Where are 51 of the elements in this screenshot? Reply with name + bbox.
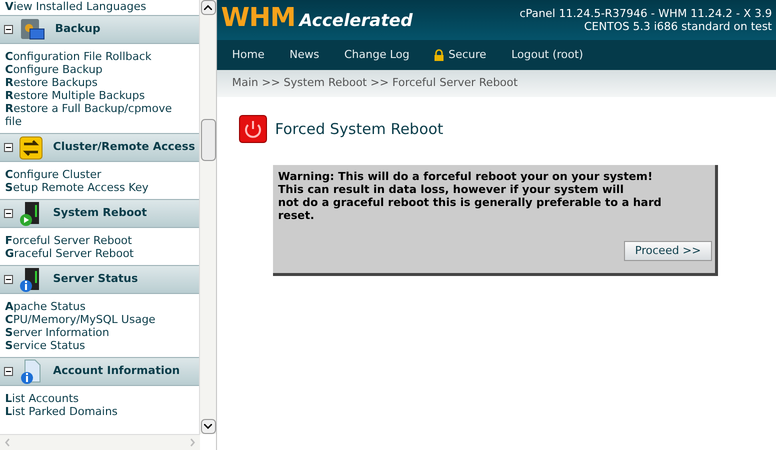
version-text: cPanel 11.24.5-R37946 - WHM 11.24.2 - X 3.9 — [520, 7, 772, 20]
section-header[interactable]: Account Information — [0, 357, 200, 386]
section-title: Cluster/Remote Access — [53, 139, 195, 156]
collapse-icon[interactable] — [4, 367, 13, 376]
collapse-icon[interactable] — [4, 275, 13, 284]
sidebar-link[interactable]: Graceful Server Reboot — [5, 247, 180, 260]
logo-subtext: Accelerated — [299, 10, 413, 34]
section-header[interactable]: Cluster/Remote Access — [0, 133, 200, 162]
sidebar-link[interactable]: Configure Backup — [5, 63, 180, 76]
power-icon — [239, 115, 267, 143]
nav-link[interactable]: Home — [232, 46, 264, 64]
page-title: Forced System Reboot — [275, 118, 444, 140]
lock-icon — [434, 49, 444, 61]
sidebar-link[interactable]: List Accounts — [5, 392, 180, 405]
sidebar-link[interactable]: List Parked Domains — [5, 405, 180, 418]
collapse-icon[interactable] — [4, 143, 13, 152]
section-header[interactable]: Backup — [0, 15, 200, 44]
nav-link[interactable]: Logout (root) — [511, 46, 584, 64]
section-header[interactable]: Server Status — [0, 265, 200, 294]
sidebar-link[interactable]: Configuration File Rollback — [5, 50, 180, 63]
swap-arrows-icon — [19, 136, 43, 160]
sidebar-link[interactable]: View Installed Languages — [5, 0, 180, 13]
vertical-scrollbar[interactable] — [199, 0, 216, 434]
section-title: Server Status — [53, 271, 138, 288]
breadcrumb: Main >> System Reboot >> Forceful Server Reboot — [232, 75, 518, 92]
sidebar-link[interactable]: Server Information — [5, 326, 180, 339]
document-info-icon — [19, 358, 43, 384]
section-title: Account Information — [53, 363, 180, 380]
sidebar-link[interactable]: Restore Multiple Backups — [5, 89, 180, 102]
sidebar-link[interactable]: Apache Status — [5, 300, 180, 313]
sidebar-link[interactable]: Restore Backups — [5, 76, 180, 89]
proceed-button[interactable]: Proceed >> — [624, 241, 712, 261]
section-title: Backup — [55, 21, 100, 38]
sidebar-link[interactable]: Setup Remote Access Key — [5, 181, 180, 194]
safe-monitor-icon — [19, 18, 45, 42]
logo-text: WHM — [221, 5, 296, 32]
sidebar-link[interactable]: CPU/Memory/MySQL Usage — [5, 313, 180, 326]
nav-link[interactable]: Change Log — [344, 46, 410, 64]
collapse-icon[interactable] — [4, 209, 13, 218]
warning-text: Warning: This will do a forceful reboot your on your system! This can result in data loss, however if your system will not do a graceful reboot this is generally preferable to a hard reset. — [278, 170, 663, 222]
section-header[interactable]: System Reboot — [0, 199, 200, 228]
section-title: System Reboot — [53, 205, 147, 222]
sidebar-link[interactable]: Restore a Full Backup/cpmove file — [5, 102, 180, 128]
sidebar-link[interactable]: Service Status — [5, 339, 180, 352]
nav-link[interactable]: Secure — [434, 46, 486, 64]
sidebar-link[interactable]: Configure Cluster — [5, 168, 180, 181]
sidebar-link[interactable]: Forceful Server Reboot — [5, 234, 180, 247]
scrollbar-thumb[interactable] — [200, 119, 216, 161]
nav-link[interactable]: News — [289, 46, 320, 64]
system-text: CENTOS 5.3 i686 standard on test — [583, 20, 772, 33]
collapse-icon[interactable] — [4, 25, 13, 34]
